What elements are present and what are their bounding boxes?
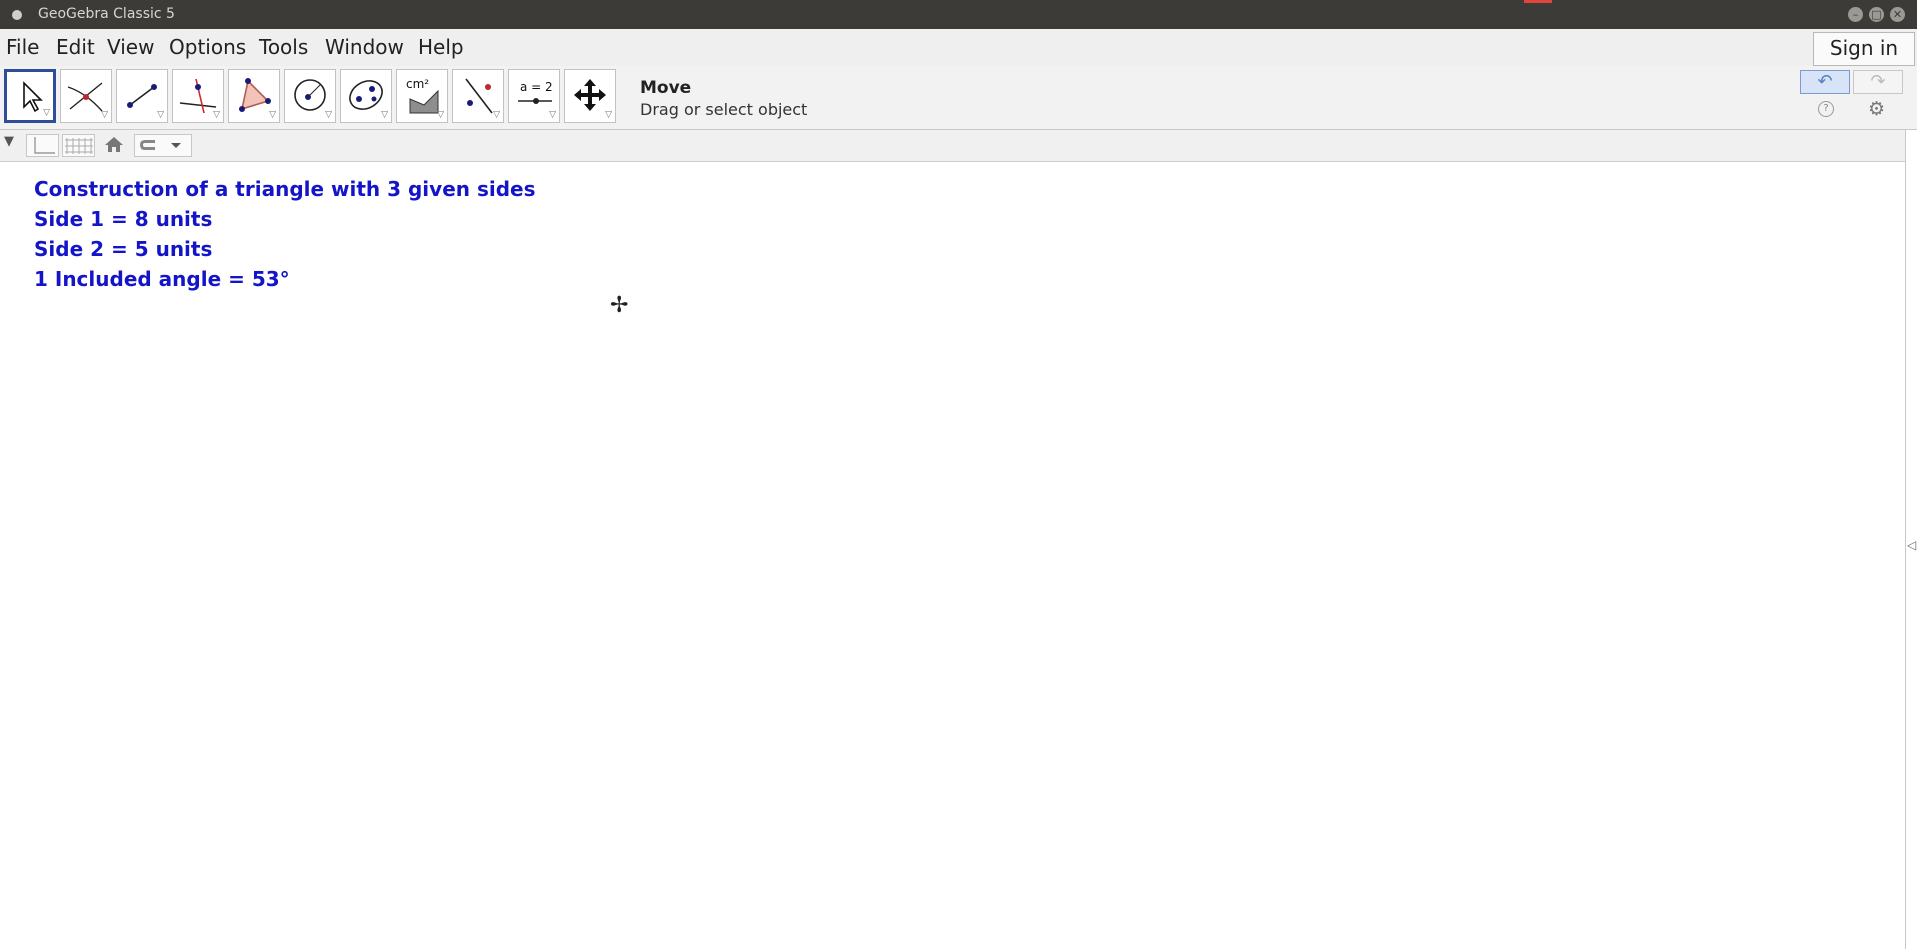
tool-info: Move Drag or select object <box>640 78 807 119</box>
menu-tools[interactable]: Tools <box>259 35 308 59</box>
measure-tool-button[interactable]: cm² ▽ <box>396 69 448 123</box>
home-icon <box>105 137 123 152</box>
conic-tool-button[interactable]: ▽ <box>340 69 392 123</box>
collapse-stylebar-icon[interactable]: ▼ <box>4 134 14 149</box>
expand-sidebar-icon[interactable]: ◁ <box>1907 538 1916 552</box>
circle-icon <box>294 79 326 111</box>
menu-file[interactable]: File <box>6 35 39 59</box>
menu-help[interactable]: Help <box>418 35 464 59</box>
side-2-text[interactable]: Side 2 = 5 units <box>34 237 212 261</box>
graphics-style-bar: ▼ <box>0 130 1905 162</box>
crosshair-cursor-icon: ✢ <box>610 293 629 318</box>
title-bar: GeoGebra Classic 5 – □ ✕ <box>0 0 1917 29</box>
slider-icon: a = 2 <box>518 80 553 104</box>
menu-edit[interactable]: Edit <box>56 35 95 59</box>
area-unit-label: cm² <box>406 77 429 91</box>
gear-icon[interactable]: ⚙ <box>1868 98 1885 120</box>
slider-tool-button[interactable]: a = 2 ▽ <box>508 69 560 123</box>
menu-view[interactable]: View <box>107 35 154 59</box>
segment-icon <box>127 84 157 108</box>
app-icon <box>12 10 22 20</box>
window-controls: – □ ✕ <box>1848 7 1905 22</box>
ellipse-icon <box>349 80 383 110</box>
menu-options[interactable]: Options <box>169 35 246 59</box>
redo-icon: ↷ <box>1870 71 1886 92</box>
magnet-icon <box>140 140 181 150</box>
axes-icon <box>34 137 55 154</box>
help-icon[interactable]: ? <box>1818 101 1834 117</box>
move-view-tool-button[interactable]: ▽ <box>564 69 616 123</box>
perpendicular-tool-button[interactable]: ▽ <box>172 69 224 123</box>
tool-help-text: Drag or select object <box>640 100 808 119</box>
move-tool-button[interactable]: ▽ <box>4 69 56 123</box>
circle-tool-button[interactable]: ▽ <box>284 69 336 123</box>
axes-toggle-button[interactable] <box>26 134 59 157</box>
menu-window[interactable]: Window <box>325 35 404 59</box>
construction-title-text[interactable]: Construction of a triangle with 3 given … <box>34 177 536 201</box>
tool-name: Move <box>640 78 692 98</box>
view-divider[interactable] <box>1905 130 1906 949</box>
graphics-view[interactable]: Construction of a triangle with 3 given … <box>0 162 1905 949</box>
polygon-icon <box>239 78 271 112</box>
undo-icon: ↶ <box>1817 71 1833 92</box>
point-tool-button[interactable]: ▽ <box>60 69 112 123</box>
perpendicular-line-icon <box>179 78 217 114</box>
intersect-point-icon <box>67 82 103 112</box>
red-indicator <box>1524 0 1552 3</box>
grid-icon <box>65 138 93 154</box>
slider-label: a = 2 <box>520 80 553 94</box>
standard-view-button[interactable] <box>101 134 129 157</box>
point-capturing-dropdown[interactable] <box>134 134 192 157</box>
polygon-tool-button[interactable]: ▽ <box>228 69 280 123</box>
line-tool-button[interactable]: ▽ <box>116 69 168 123</box>
reflect-tool-button[interactable]: ▽ <box>452 69 504 123</box>
close-icon[interactable]: ✕ <box>1890 7 1905 22</box>
maximize-icon[interactable]: □ <box>1869 7 1884 22</box>
window-title: GeoGebra Classic 5 <box>38 6 175 22</box>
reflect-point-icon <box>465 78 493 114</box>
menu-bar: File Edit View Options Tools Window Help <box>0 29 1917 67</box>
included-angle-text[interactable]: 1 Included angle = 53° <box>34 267 290 291</box>
tool-bar: ▽ ▽ ▽ ▽ ▽ ▽ ▽ cm² ▽ ▽ a = 2 ▽ ▽ <box>0 66 1917 130</box>
sign-in-button[interactable]: Sign in <box>1813 32 1915 66</box>
grid-toggle-button[interactable] <box>62 134 95 157</box>
move-graphics-view-icon <box>574 79 606 111</box>
redo-button[interactable]: ↷ <box>1853 70 1903 94</box>
minimize-icon[interactable]: – <box>1848 7 1863 22</box>
side-1-text[interactable]: Side 1 = 8 units <box>34 207 212 231</box>
undo-button[interactable]: ↶ <box>1800 70 1850 94</box>
